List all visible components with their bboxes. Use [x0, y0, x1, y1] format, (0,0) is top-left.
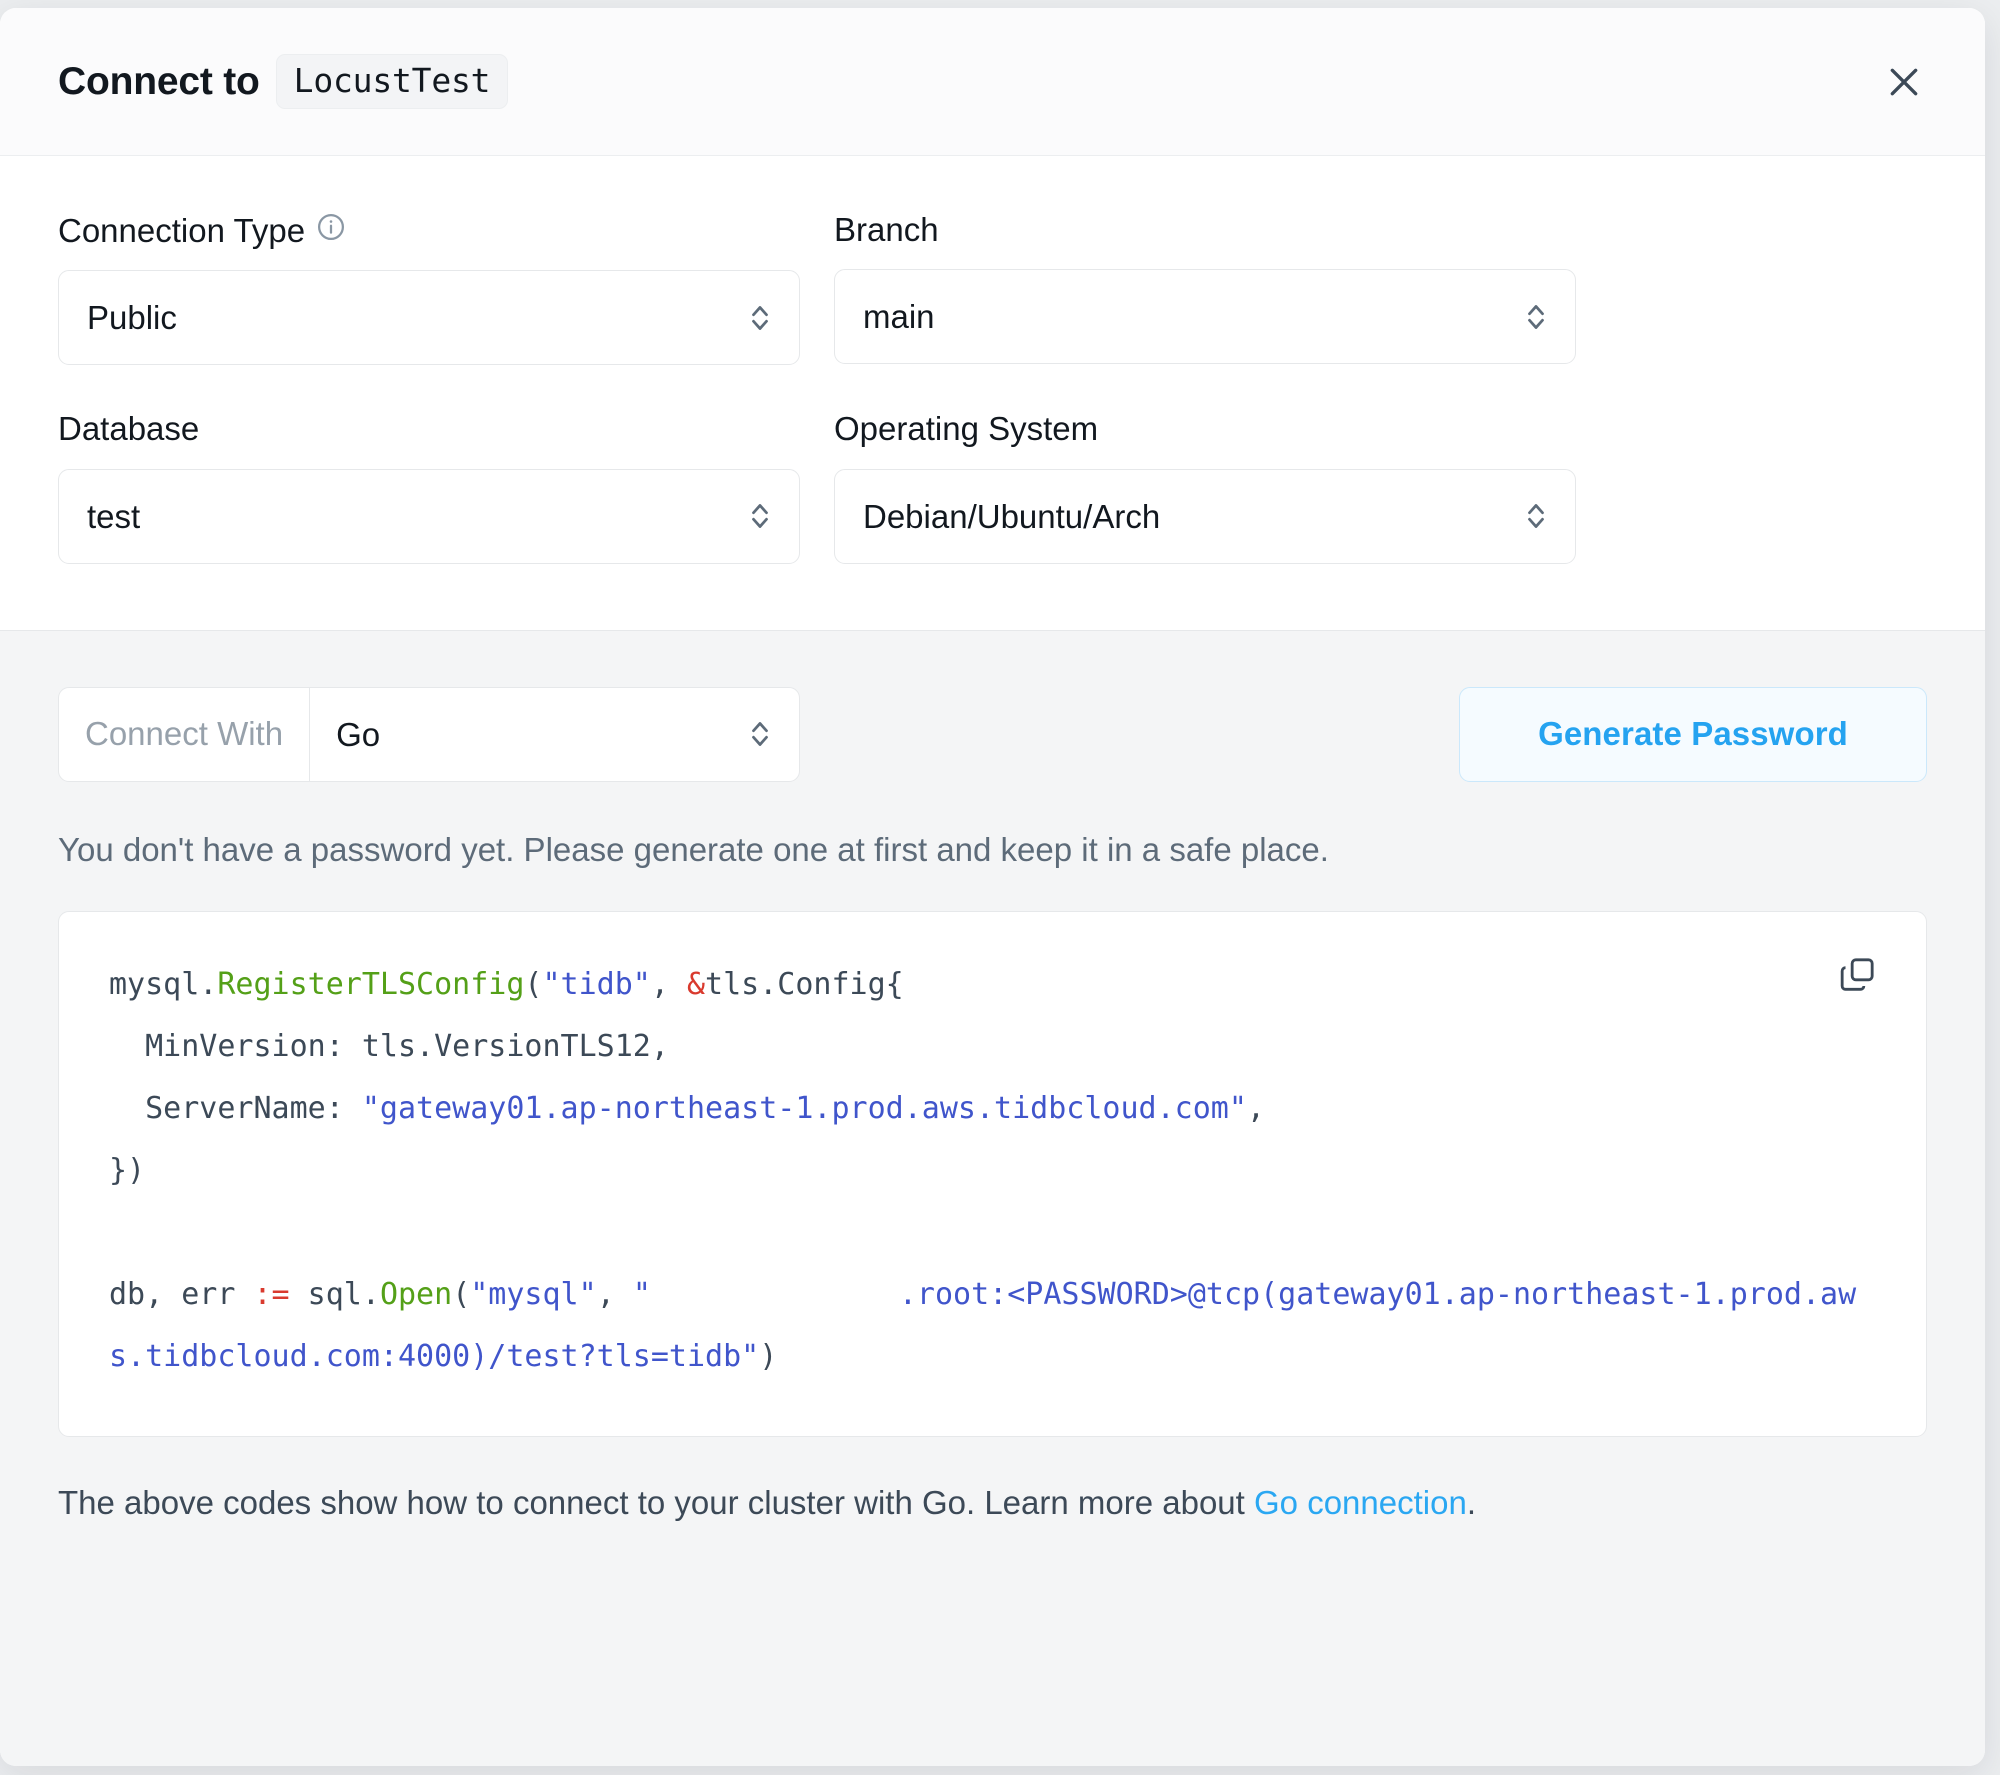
field-operating-system: Operating System Debian/Ubuntu/Arch	[834, 410, 1576, 564]
code-line1-str: "tidb"	[542, 967, 651, 1003]
close-icon[interactable]	[1881, 59, 1927, 105]
chevron-updown-icon	[747, 298, 773, 338]
code-block[interactable]: mysql.RegisterTLSConfig("tidb", &tls.Con…	[109, 954, 1876, 1388]
branch-select[interactable]: main	[834, 269, 1576, 365]
code-line1-amp: &	[686, 967, 706, 1003]
database-select[interactable]: test	[58, 468, 800, 564]
field-branch: Branch main	[834, 211, 1576, 365]
database-label-text: Database	[58, 410, 200, 448]
footer-text-before: The above codes show how to connect to y…	[58, 1484, 1254, 1522]
password-notice: You don't have a password yet. Please ge…	[58, 830, 1329, 868]
connect-with-row: Connect With Go Generate Password	[58, 686, 1927, 782]
branch-value: main	[863, 298, 935, 336]
operating-system-label-text: Operating System	[834, 410, 1099, 448]
branch-label: Branch	[834, 211, 1576, 248]
chevron-updown-icon	[1523, 496, 1549, 536]
go-connection-link[interactable]: Go connection	[1254, 1484, 1467, 1521]
code-line4: })	[109, 1153, 146, 1189]
database-label: Database	[58, 410, 800, 448]
connection-form: Connection Type Public Branch main Datab…	[0, 156, 1985, 631]
code-line6-fn: Open	[379, 1277, 453, 1313]
code-line6-d: ,	[596, 1277, 633, 1313]
cluster-name-chip: LocustTest	[275, 54, 509, 109]
connection-type-value: Public	[87, 299, 177, 337]
code-line6-b: sql.	[289, 1277, 380, 1313]
code-line6-str1: "mysql"	[470, 1277, 597, 1313]
field-database: Database test	[58, 410, 800, 564]
language-select[interactable]: Go	[310, 688, 799, 781]
code-line1-b: (	[524, 967, 543, 1003]
connection-type-label: Connection Type	[58, 212, 800, 249]
dialog-title-prefix: Connect to	[58, 59, 260, 103]
branch-label-text: Branch	[834, 211, 939, 248]
chevron-updown-icon	[747, 714, 773, 754]
operating-system-label: Operating System	[834, 410, 1576, 448]
code-panel: Connect With Go Generate Password You do…	[0, 630, 1985, 1766]
connect-with-group: Connect With Go	[58, 686, 800, 782]
operating-system-value: Debian/Ubuntu/Arch	[863, 497, 1161, 535]
connect-dialog: Connect to LocustTest Connection Type Pu…	[0, 8, 1985, 1766]
connection-type-select[interactable]: Public	[58, 270, 800, 366]
code-line6-e: )	[759, 1339, 778, 1375]
code-line2: MinVersion: tls.VersionTLS12,	[109, 1029, 669, 1065]
operating-system-select[interactable]: Debian/Ubuntu/Arch	[834, 468, 1576, 564]
footer-text-after: .	[1466, 1484, 1476, 1522]
database-value: test	[87, 497, 141, 535]
code-line3-str: "gateway01.ap-northeast-1.prod.aws.tidbc…	[361, 1091, 1247, 1127]
dialog-header: Connect to LocustTest	[0, 8, 1985, 156]
code-line3-b: ,	[1246, 1091, 1265, 1127]
code-line6-op: :=	[253, 1277, 290, 1313]
connection-type-label-text: Connection Type	[58, 211, 306, 249]
code-line1-d: tls.Config{	[705, 967, 904, 1003]
connect-with-label: Connect With	[59, 687, 311, 781]
code-line1-c: ,	[650, 967, 687, 1003]
copy-icon[interactable]	[1834, 950, 1882, 998]
footer-note: The above codes show how to connect to y…	[58, 1483, 1927, 1579]
language-value: Go	[336, 715, 381, 753]
code-line1-a: mysql.	[109, 967, 218, 1003]
generate-password-button[interactable]: Generate Password	[1459, 686, 1927, 782]
chevron-updown-icon	[1523, 297, 1549, 337]
code-line1-fn: RegisterTLSConfig	[217, 967, 525, 1003]
chevron-updown-icon	[747, 496, 773, 536]
code-snippet-card: mysql.RegisterTLSConfig("tidb", &tls.Con…	[58, 911, 1927, 1438]
redacted-host-prefix	[650, 1268, 899, 1313]
code-line6-c: (	[452, 1277, 471, 1313]
field-connection-type: Connection Type Public	[58, 212, 800, 366]
info-icon[interactable]	[316, 212, 346, 249]
code-line3-a: ServerName:	[109, 1091, 362, 1127]
page-title: Connect to LocustTest	[58, 54, 509, 109]
code-line6-quote: "	[632, 1277, 651, 1313]
code-line6-a: db, err	[109, 1277, 254, 1313]
